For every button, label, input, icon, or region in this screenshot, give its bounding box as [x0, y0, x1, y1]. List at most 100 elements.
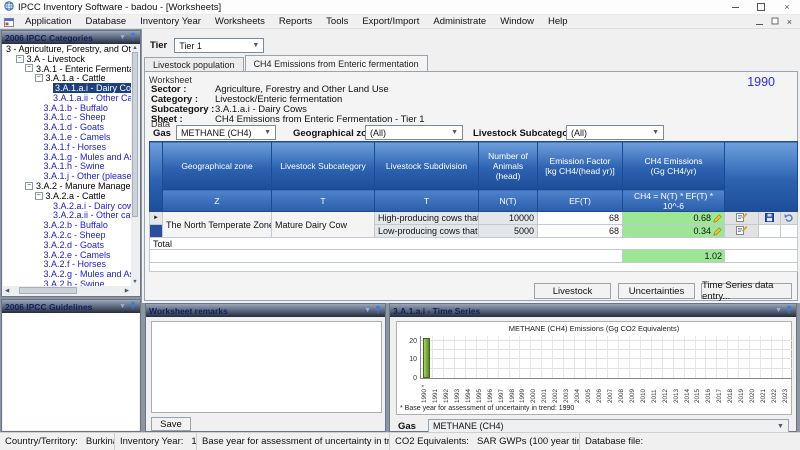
gas-select[interactable]: METHANE (CH4) ▼	[428, 419, 789, 433]
tree-item[interactable]: 3.A.1.b - Buffalo	[3, 103, 131, 113]
tree-item[interactable]: 3.A.2.h - Swine	[3, 279, 131, 286]
zone-cell[interactable]: The North Temperate Zone	[163, 212, 272, 238]
tree-expander-icon[interactable]: −	[35, 192, 43, 200]
tree-item[interactable]: 3.A.2.a.ii - Other cattle	[3, 211, 131, 221]
tree-vertical-scrollbar[interactable]: ▲ ▼	[131, 44, 139, 286]
menu-help[interactable]: Help	[541, 16, 575, 27]
remarks-textarea[interactable]	[151, 321, 382, 413]
zone-filter-select[interactable]: (All)▼	[365, 125, 463, 140]
pin-icon[interactable]	[374, 305, 382, 316]
tree-item[interactable]: 3 - Agriculture, Forestry, and Other Lan…	[3, 44, 131, 54]
emission-factor-cell[interactable]: 68	[538, 225, 623, 238]
mdi-close-button[interactable]: ×	[787, 17, 792, 27]
undo-row-button[interactable]	[781, 212, 798, 225]
tree-item[interactable]: 3.A.2.d - Goats	[3, 240, 131, 250]
menu-inventory-year[interactable]: Inventory Year	[133, 16, 208, 27]
tree-item[interactable]: 3.A.1.d - Goats	[3, 122, 131, 132]
tree-item[interactable]: 3.A.1.e - Camels	[3, 132, 131, 142]
gridline	[684, 336, 685, 378]
mdi-restore-button[interactable]	[771, 17, 779, 27]
close-button[interactable]: ×	[774, 0, 800, 14]
menu-administrate[interactable]: Administrate	[426, 16, 493, 27]
tree-item[interactable]: 3.A.2.a.i - Dairy cows	[3, 201, 131, 211]
animals-cell[interactable]: 5000	[479, 225, 538, 238]
edit-notes-button[interactable]	[725, 225, 759, 238]
tree-item[interactable]: 3.A.1.a.ii - Other Cattle	[3, 93, 131, 103]
menu-application[interactable]: Application	[18, 16, 78, 27]
menu-worksheets[interactable]: Worksheets	[208, 16, 272, 27]
scroll-left-icon[interactable]: ◀	[3, 288, 9, 294]
pin-icon[interactable]	[129, 32, 137, 43]
gridline	[498, 336, 499, 378]
livestock-button[interactable]: Livestock	[534, 283, 611, 299]
chevron-down-icon: ▼	[451, 129, 458, 136]
tree-item-label: 3.A.2 - Manure Management	[36, 181, 131, 191]
subcategory-cell[interactable]: Mature Dairy Cow	[272, 212, 375, 238]
tree-expander-icon[interactable]: −	[16, 55, 24, 63]
subcategory-filter-select[interactable]: (All)▼	[566, 125, 664, 140]
subdivision-cell[interactable]: High-producing cows that hav...	[375, 212, 479, 225]
time-series-data-entry-button[interactable]: Time Series data entry...	[701, 283, 792, 299]
tree-item[interactable]: 3.A.2.b - Buffalo	[3, 220, 131, 230]
tab-ch4-emissions[interactable]: CH4 Emissions from Enteric fermentation	[245, 55, 428, 71]
tree-item-label: 3.A.1.a.i - Dairy Cows	[53, 83, 131, 93]
chevron-down-icon[interactable]: ▼	[775, 307, 782, 314]
menu-window[interactable]: Window	[493, 16, 541, 27]
gas-filter-select[interactable]: METHANE (CH4)▼	[176, 125, 276, 140]
minimize-button[interactable]	[722, 0, 748, 14]
restore-button[interactable]	[748, 0, 774, 14]
timeseries-panel-header: 3.A.1.a.i - Time Series ▼	[390, 304, 796, 317]
edit-notes-button[interactable]	[725, 212, 759, 225]
tree-horizontal-scrollbar[interactable]: ◀ ▶	[3, 286, 131, 295]
tree-expander-icon[interactable]: −	[25, 182, 33, 190]
guidelines-panel: 2006 IPCC Guidelines ▼	[1, 299, 141, 432]
pin-icon[interactable]	[129, 301, 137, 312]
tree-item[interactable]: 3.A.1.g - Mules and Asses	[3, 152, 131, 162]
tree-item[interactable]: −3.A.2 - Manure Management	[3, 181, 131, 191]
tree-item[interactable]: 3.A.2.c - Sheep	[3, 230, 131, 240]
pin-icon[interactable]	[785, 305, 793, 316]
uncertainties-button[interactable]: Uncertainties	[618, 283, 695, 299]
menu-reports[interactable]: Reports	[272, 16, 319, 27]
save-button[interactable]: Save	[151, 417, 191, 431]
scroll-thumb[interactable]	[132, 52, 138, 217]
row-selector[interactable]: ►	[150, 212, 163, 225]
subdivision-cell[interactable]: Low-producing cows that hav...	[375, 225, 479, 238]
tree-item[interactable]: −3.A.2.a - Cattle	[3, 191, 131, 201]
chevron-down-icon[interactable]: ▼	[119, 34, 126, 41]
menu-tools[interactable]: Tools	[319, 16, 355, 27]
tree-item[interactable]: 3.A.1.f - Horses	[3, 142, 131, 152]
tree-expander-icon[interactable]: −	[25, 64, 33, 72]
tree-item[interactable]: −3.A - Livestock	[3, 54, 131, 64]
tree-item[interactable]: 3.A.1.a.i - Dairy Cows	[3, 83, 131, 93]
tree-expander-icon[interactable]: −	[35, 74, 43, 82]
timeseries-chart: METHANE (CH4) Emissions (Gg CO2 Equivale…	[396, 321, 792, 415]
chevron-down-icon[interactable]: ▼	[364, 307, 371, 314]
tree-item[interactable]: 3.A.1.j - Other (please specif	[3, 171, 131, 181]
tree-item[interactable]: 3.A.2.e - Camels	[3, 250, 131, 260]
chart-y-axis-labels: 01020	[399, 336, 419, 379]
tree-item[interactable]: 3.A.2.g - Mules and Asses	[3, 269, 131, 279]
tree-item[interactable]: −3.A.1 - Enteric Fermentation	[3, 64, 131, 74]
save-row-button[interactable]	[759, 212, 781, 225]
tier-select[interactable]: Tier 1 ▼	[174, 38, 264, 53]
tree-item[interactable]: −3.A.1.a - Cattle	[3, 73, 131, 83]
scroll-thumb[interactable]	[19, 287, 77, 294]
spacer-row	[150, 263, 798, 272]
tab-livestock-population[interactable]: Livestock population	[144, 57, 244, 71]
scroll-right-icon[interactable]: ▶	[125, 288, 131, 294]
animals-cell[interactable]: 10000	[479, 212, 538, 225]
tree-item[interactable]: 3.A.1.c - Sheep	[3, 113, 131, 123]
tree-item[interactable]: 3.A.1.h - Swine	[3, 162, 131, 172]
row-selector[interactable]	[150, 225, 163, 238]
ch4-value: 0.68	[625, 213, 711, 223]
mdi-minimize-button[interactable]	[756, 17, 763, 27]
emission-factor-cell[interactable]: 68	[538, 212, 623, 225]
scroll-down-icon[interactable]: ▼	[131, 278, 139, 286]
menu-database[interactable]: Database	[78, 16, 133, 27]
restore-icon	[757, 3, 765, 11]
chevron-down-icon[interactable]: ▼	[119, 303, 126, 310]
menu-export-import[interactable]: Export/Import	[355, 16, 426, 27]
scroll-up-icon[interactable]: ▲	[131, 44, 139, 52]
tree-item[interactable]: 3.A.2.f - Horses	[3, 260, 131, 270]
